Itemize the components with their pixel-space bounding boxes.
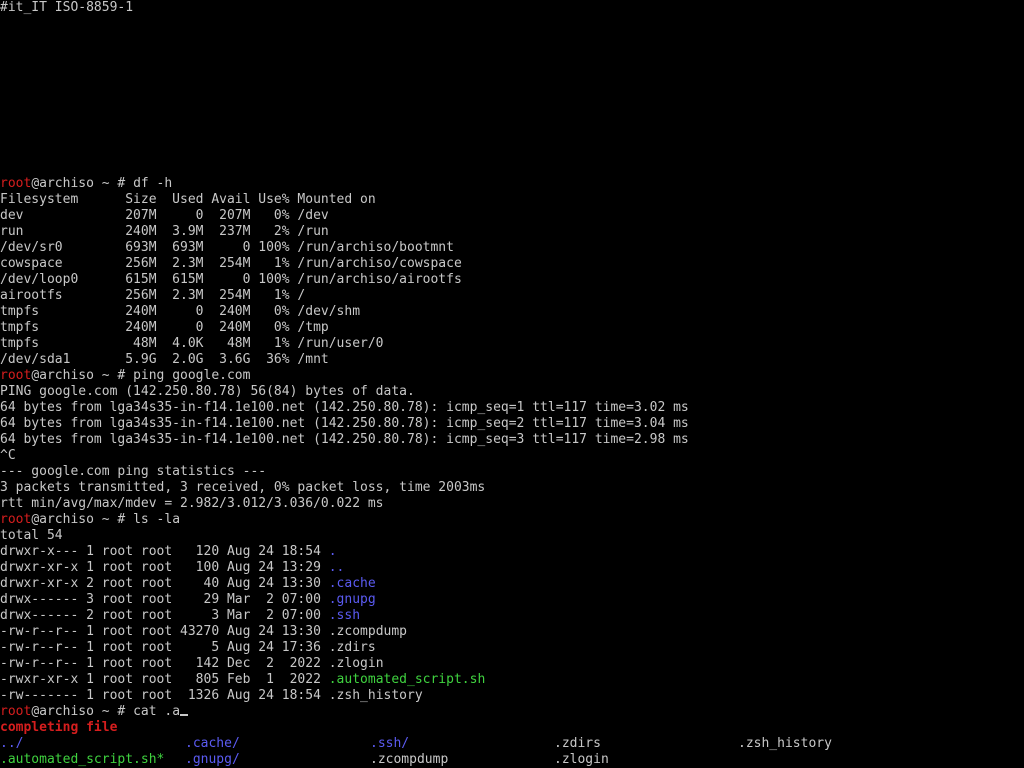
ls-entry-name: .ssh (328, 608, 361, 623)
df-output-line: /dev/loop0 615M 615M 0 100% /run/archiso… (0, 272, 462, 287)
ls-entry-row: drwxr-xr-x 1 root root 100 Aug 24 13:29 … (0, 560, 344, 576)
ls-entry-row: -rw-r--r-- 1 root root 142 Dec 2 2022 .z… (0, 656, 384, 672)
ls-entry-name: .zlogin (328, 656, 384, 671)
command-text: df -h (133, 176, 173, 191)
ls-entry-meta: drwx------ 2 root root 3 Mar 2 07:00 (0, 608, 329, 623)
df-output-line: run 240M 3.9M 237M 2% /run (0, 224, 329, 239)
ls-entry-row: drwx------ 3 root root 29 Mar 2 07:00 .g… (0, 592, 376, 608)
df-output-line: tmpfs 48M 4.0K 48M 1% /run/user/0 (0, 336, 384, 351)
df-output-line: tmpfs 240M 0 240M 0% /tmp (0, 320, 329, 335)
df-output-line: tmpfs 240M 0 240M 0% /dev/shm (0, 304, 361, 319)
ls-entry-name: . (328, 544, 337, 559)
ls-entry-row: drwxr-x--- 1 root root 120 Aug 24 18:54 … (0, 544, 337, 560)
ls-entry-meta: -rwxr-xr-x 1 root root 805 Feb 1 2022 (0, 672, 329, 687)
ping-output-line: PING google.com (142.250.80.78) 56(84) b… (0, 384, 415, 399)
completion-item[interactable]: .automated_script.sh* (0, 752, 164, 768)
prompt-user: root (0, 512, 32, 527)
completion-header: completing file (0, 720, 117, 736)
ls-total: total 54 (0, 528, 63, 543)
prompt-user: root (0, 368, 32, 383)
ls-entry-row: -rw-r--r-- 1 root root 5 Aug 24 17:36 .z… (0, 640, 376, 656)
prompt-host: @archiso ~ # (31, 176, 134, 191)
completion-label: completing (0, 720, 79, 735)
df-output-line: cowspace 256M 2.3M 254M 1% /run/archiso/… (0, 256, 462, 271)
df-output-line: airootfs 256M 2.3M 254M 1% / (0, 288, 306, 303)
prompt-line-df: root@archiso ~ # df -h (0, 176, 172, 192)
ls-entry-meta: drwx------ 3 root root 29 Mar 2 07:00 (0, 592, 329, 607)
ls-entry-row: -rw-r--r-- 1 root root 43270 Aug 24 13:3… (0, 624, 407, 640)
ls-entry-meta: drwxr-xr-x 1 root root 100 Aug 24 13:29 (0, 560, 329, 575)
command-input[interactable]: cat .a (133, 704, 180, 719)
prompt-user: root (0, 176, 32, 191)
completion-item[interactable]: .cache/ (185, 736, 240, 752)
df-output-line: /dev/sda1 5.9G 2.0G 3.6G 36% /mnt (0, 352, 329, 367)
locale-line: #it_IT ISO-8859-1 (0, 0, 134, 15)
prompt-host: @archiso ~ # (31, 368, 134, 383)
ls-entry-name: .zdirs (328, 640, 376, 655)
ls-entry-meta: -rw-r--r-- 1 root root 5 Aug 24 17:36 (0, 640, 329, 655)
completion-item[interactable]: .zcompdump (370, 752, 448, 768)
ls-entry-meta: -rw-r--r-- 1 root root 43270 Aug 24 13:3… (0, 624, 329, 639)
command-text: ping google.com (133, 368, 251, 383)
ls-entry-name: .zcompdump (328, 624, 408, 639)
prompt-line-ls: root@archiso ~ # ls -la (0, 512, 180, 528)
completion-item[interactable]: .zsh_history (738, 736, 832, 752)
ping-output-line: 64 bytes from lga34s35-in-f14.1e100.net … (0, 416, 689, 431)
ls-entry-meta: -rw-r--r-- 1 root root 142 Dec 2 2022 (0, 656, 329, 671)
ls-entry-meta: -rw------- 1 root root 1326 Aug 24 18:54 (0, 688, 329, 703)
df-output-line: dev 207M 0 207M 0% /dev (0, 208, 329, 223)
completion-item[interactable]: .zdirs (554, 736, 601, 752)
text-cursor (180, 714, 189, 716)
ls-entry-row: drwx------ 2 root root 3 Mar 2 07:00 .ss… (0, 608, 360, 624)
terminal-console[interactable]: #it_IT ISO-8859-1 root@archiso ~ # df -h… (0, 0, 1024, 768)
ls-entry-row: -rwxr-xr-x 1 root root 805 Feb 1 2022 .a… (0, 672, 485, 688)
prompt-line-ping: root@archiso ~ # ping google.com (0, 368, 250, 384)
ls-entry-name: .gnupg (328, 592, 376, 607)
df-output-line: Filesystem Size Used Avail Use% Mounted … (0, 192, 376, 207)
ls-entry-meta: drwxr-x--- 1 root root 120 Aug 24 18:54 (0, 544, 329, 559)
prompt-host: @archiso ~ # (31, 704, 134, 719)
completion-item[interactable]: ../ (0, 736, 23, 752)
ls-entry-row: -rw------- 1 root root 1326 Aug 24 18:54… (0, 688, 423, 704)
ls-entry-name: .. (328, 560, 345, 575)
ls-entry-meta: drwxr-xr-x 2 root root 40 Aug 24 13:30 (0, 576, 329, 591)
prompt-host: @archiso ~ # (31, 512, 134, 527)
completion-kind: file (86, 720, 118, 735)
ping-output-line: 64 bytes from lga34s35-in-f14.1e100.net … (0, 432, 689, 447)
completion-item[interactable]: .gnupg/ (185, 752, 240, 768)
prompt-user: root (0, 704, 32, 719)
ping-output-line: rtt min/avg/max/mdev = 2.982/3.012/3.036… (0, 496, 384, 511)
df-output-line: /dev/sr0 693M 693M 0 100% /run/archiso/b… (0, 240, 454, 255)
ping-output-line: --- google.com ping statistics --- (0, 464, 267, 479)
ls-entry-row: drwxr-xr-x 2 root root 40 Aug 24 13:30 .… (0, 576, 376, 592)
ls-entry-name: .cache (328, 576, 376, 591)
ping-output-line: 64 bytes from lga34s35-in-f14.1e100.net … (0, 400, 689, 415)
ping-output-line: 3 packets transmitted, 3 received, 0% pa… (0, 480, 486, 495)
ls-entry-name: .automated_script.sh (328, 672, 486, 687)
ls-entry-name: .zsh_history (328, 688, 423, 703)
completion-item[interactable]: .ssh/ (370, 736, 409, 752)
completion-item[interactable]: .zlogin (554, 752, 609, 768)
command-text: ls -la (133, 512, 181, 527)
ping-output-line: ^C (0, 448, 16, 463)
prompt-line-current[interactable]: root@archiso ~ # cat .a (0, 704, 189, 720)
